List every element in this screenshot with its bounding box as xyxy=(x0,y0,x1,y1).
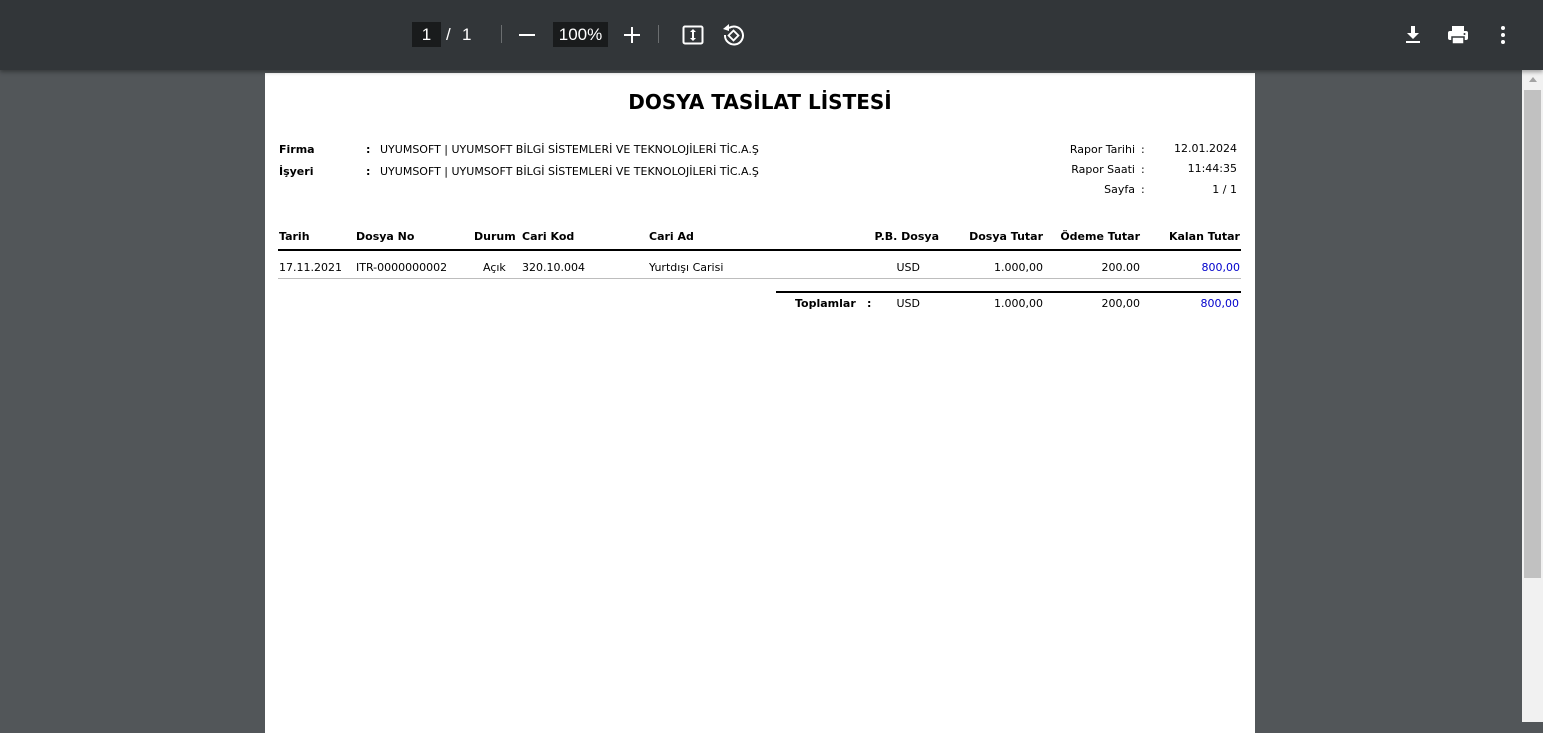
zoom-input[interactable]: 100% xyxy=(553,22,608,47)
rapor-tarihi-label: Rapor Tarihi xyxy=(1069,143,1135,156)
toolbar-divider xyxy=(501,25,502,43)
pdf-toolbar: 1 / 1 100% xyxy=(0,0,1543,70)
header-durum: Durum xyxy=(474,230,516,243)
header-underline xyxy=(278,249,1241,251)
scrollbar-thumb[interactable] xyxy=(1524,90,1541,578)
firma-colon: : xyxy=(366,143,371,156)
totals-colon: : xyxy=(867,297,872,310)
fit-to-page-button[interactable] xyxy=(678,20,708,50)
header-kalan-tutar: Kalan Tutar xyxy=(1168,230,1240,243)
more-vert-icon xyxy=(1501,26,1505,44)
zoom-out-button[interactable] xyxy=(512,20,542,50)
header-dosya-no: Dosya No xyxy=(356,230,415,243)
header-odeme-tutar: Ödeme Tutar xyxy=(1060,230,1140,243)
isyeri-label: İşyeri xyxy=(279,165,314,178)
sayfa-colon: : xyxy=(1141,183,1145,196)
report-title: DOSYA TASİLAT LİSTESİ xyxy=(628,90,892,114)
totals-line xyxy=(776,291,1241,293)
sayfa-label: Sayfa xyxy=(1104,183,1135,196)
cell-tarih: 17.11.2021 xyxy=(279,261,342,274)
header-cari-kod: Cari Kod xyxy=(522,230,575,243)
rotate-icon xyxy=(723,24,744,46)
fit-page-icon xyxy=(682,25,704,45)
header-pb-dosya: P.B. Dosya xyxy=(874,230,939,243)
plus-icon xyxy=(624,27,640,43)
rapor-saati-label: Rapor Saati xyxy=(1071,163,1135,176)
cell-dosya-tutar: 1.000,00 xyxy=(994,261,1043,274)
page-separator: / xyxy=(446,25,451,44)
toolbar-divider xyxy=(658,25,659,43)
download-icon xyxy=(1406,26,1420,43)
rotate-button[interactable] xyxy=(718,20,748,50)
row-divider xyxy=(278,278,1241,279)
firma-label: Firma xyxy=(279,143,315,156)
totals-dosya-tutar: 1.000,00 xyxy=(994,297,1043,310)
cell-cari-kod: 320.10.004 xyxy=(522,261,585,274)
triangle-up-icon xyxy=(1528,76,1537,82)
isyeri-colon: : xyxy=(366,165,371,178)
scroll-up-arrow[interactable] xyxy=(1522,72,1543,86)
totals-odeme-tutar: 200,00 xyxy=(1101,297,1141,310)
totals-label: Toplamlar xyxy=(795,297,856,310)
totals-kalan-tutar: 800,00 xyxy=(1200,297,1240,310)
header-cari-ad: Cari Ad xyxy=(649,230,694,243)
cell-odeme-tutar: 200.00 xyxy=(1101,261,1141,274)
cell-dosya-no: ITR-0000000002 xyxy=(356,261,448,274)
rapor-tarihi-value: 12.01.2024 xyxy=(1174,142,1237,155)
isyeri-value: UYUMSOFT | UYUMSOFT BİLGİ SİSTEMLERİ VE … xyxy=(380,165,759,178)
totals-pb-dosya: USD xyxy=(896,297,920,310)
page-number-input[interactable]: 1 xyxy=(412,22,441,47)
firma-value: UYUMSOFT | UYUMSOFT BİLGİ SİSTEMLERİ VE … xyxy=(380,143,759,156)
print-icon xyxy=(1448,26,1468,45)
header-dosya-tutar: Dosya Tutar xyxy=(969,230,1043,243)
rapor-tarihi-colon: : xyxy=(1141,143,1145,156)
cell-kalan-tutar: 800,00 xyxy=(1201,261,1241,274)
zoom-in-button[interactable] xyxy=(617,20,647,50)
cell-pb-dosya: USD xyxy=(896,261,920,274)
minus-icon xyxy=(519,34,535,36)
rapor-saati-value: 11:44:35 xyxy=(1187,162,1237,175)
cell-cari-ad: Yurtdışı Carisi xyxy=(649,261,724,274)
sayfa-value: 1 / 1 xyxy=(1212,183,1237,196)
rapor-saati-colon: : xyxy=(1141,163,1145,176)
more-options-button[interactable] xyxy=(1488,20,1518,50)
cell-durum: Açık xyxy=(483,261,506,274)
page-total: 1 xyxy=(462,25,472,44)
download-button[interactable] xyxy=(1398,20,1428,50)
header-tarih: Tarih xyxy=(279,230,310,243)
pdf-page: DOSYA TASİLAT LİSTESİ Firma : UYUMSOFT |… xyxy=(265,73,1255,733)
print-button[interactable] xyxy=(1443,20,1473,50)
